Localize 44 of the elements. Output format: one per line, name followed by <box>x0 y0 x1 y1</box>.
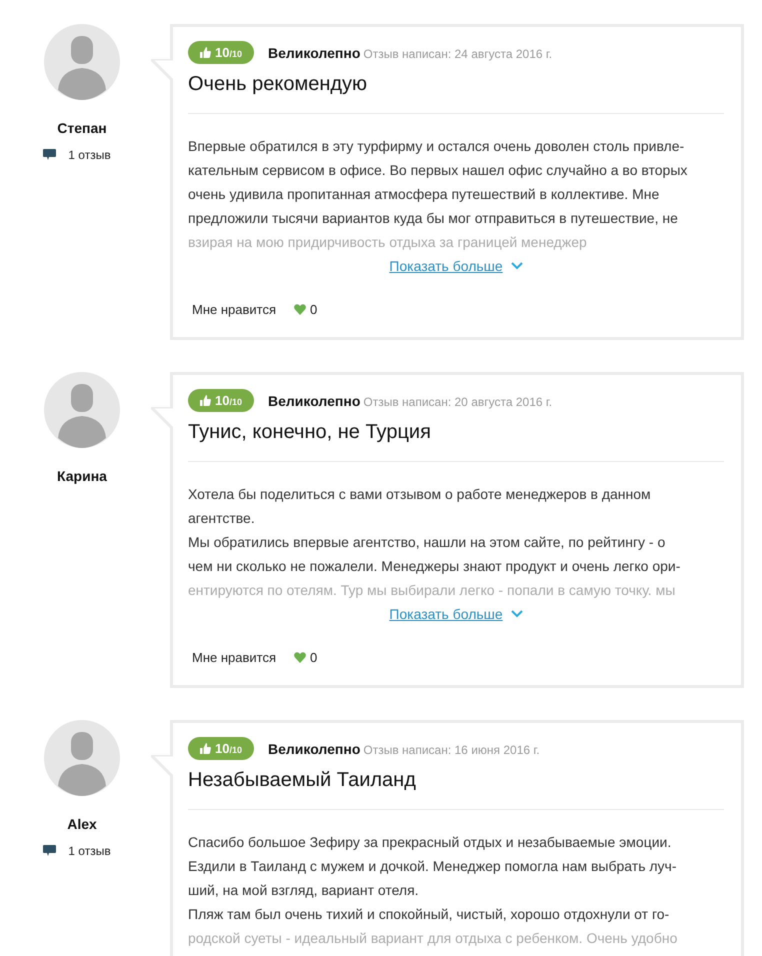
review-title: Незабываемый Таиланд <box>188 769 417 792</box>
like-label: Мне нравится <box>192 302 276 317</box>
review-text: Пляж там был очень тихий и спокойный, чистый, хорошо отдохнули от го- <box>188 905 670 924</box>
avatar-icon <box>44 372 120 448</box>
show-more-link[interactable]: Показать больше <box>389 606 503 622</box>
avatar-icon <box>44 24 120 100</box>
review-text: ентируются по отелям. Тур мы выбирали легко - попали в самую точку. мы <box>188 581 676 600</box>
review-count: 1 отзыв <box>68 148 111 162</box>
review-date: Отзыв написан: 16 июня 2016 г. <box>363 743 540 757</box>
author-name: Степан <box>57 120 107 136</box>
review-text: агентстве. <box>188 509 256 528</box>
review-date: Отзыв написан: 20 августа 2016 г. <box>363 395 552 409</box>
review-text: родской суеты - идеальный вариант для отдыха с ребенком. Очень удобно <box>188 929 678 948</box>
heart-icon[interactable] <box>294 652 306 663</box>
review-text: предложили тысячи вариантов куда бы мог отправиться в путешествие, не <box>188 209 679 228</box>
verdict: Великолепно <box>268 741 360 757</box>
verdict: Великолепно <box>268 393 360 409</box>
review-text: кательным сервисом в офисе. Во первых нашел офис случайно а во вторых <box>188 161 688 180</box>
review-date: Отзыв написан: 24 августа 2016 г. <box>363 47 552 61</box>
review-text: взирая на мою придирчивость отдыха за границей менеджер <box>188 233 588 252</box>
review-title: Очень рекомендую <box>188 73 368 96</box>
comment-icon <box>43 149 56 161</box>
review-text: Ездили в Таиланд с мужем и дочкой. Менеджер помогла нам выбрать луч- <box>188 857 678 876</box>
review-text: Впервые обратился в эту турфирму и остался очень доволен столь привле- <box>188 137 686 156</box>
review-text: очень удивила пропитанная атмосфера путешествий в коллективе. Мне <box>188 185 660 204</box>
review-title: Тунис, конечно, не Турция <box>188 421 432 444</box>
verdict: Великолепно <box>268 45 360 61</box>
author-name: Карина <box>57 468 107 484</box>
chevron-down-icon <box>510 610 523 618</box>
review-text: Хотела бы поделиться с вами отзывом о работе менеджеров в данном <box>188 485 652 504</box>
review-text: чем ни сколько не пожалели. Менеджеры знают продукт и очень легко ори- <box>188 557 682 576</box>
review-count: 1 отзыв <box>68 844 111 858</box>
comment-icon <box>43 845 56 857</box>
like-count: 0 <box>310 302 318 317</box>
heart-icon[interactable] <box>294 304 306 315</box>
chevron-down-icon <box>510 262 523 270</box>
review-text: ший, на мой взгляд, вариант отеля. <box>188 881 420 900</box>
avatar-icon <box>44 720 120 796</box>
review-text: Спасибо большое Зефиру за прекрасный отдых и незабываемые эмоции. <box>188 833 672 852</box>
like-label: Мне нравится <box>192 650 276 665</box>
like-count: 0 <box>310 650 318 665</box>
review-text: Мы обратились впервые агентство, нашли на этом сайте, по рейтингу - о <box>188 533 666 552</box>
author-name: Alex <box>67 816 97 832</box>
show-more-link[interactable]: Показать больше <box>389 258 503 274</box>
